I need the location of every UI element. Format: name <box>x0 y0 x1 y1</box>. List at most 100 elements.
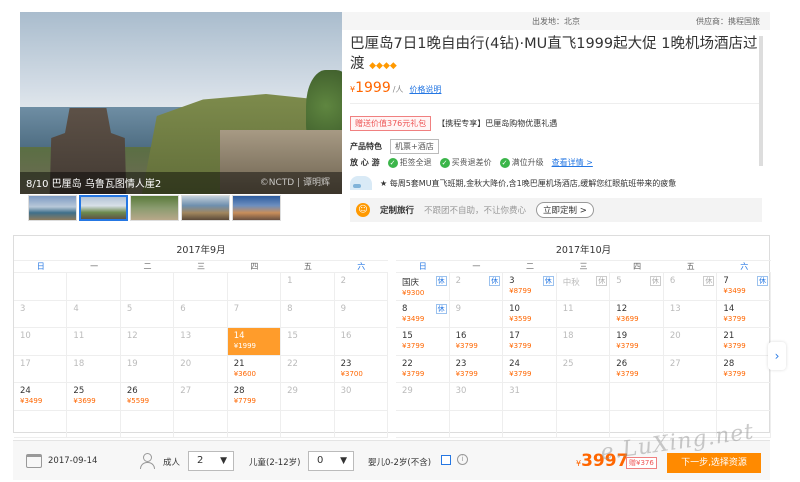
day-number: 9 <box>340 303 346 314</box>
day-number: 12 <box>616 303 628 314</box>
guarantee-details-link[interactable]: 查看详情 > <box>552 157 593 168</box>
calendar-day[interactable]: 21 ¥3600 <box>227 355 282 383</box>
highlight-row: ★ 每周5套MU直飞班期,金秋大降价,含1晚巴厘机场酒店,缓解您红眼航班带来的疲… <box>350 176 762 190</box>
day-price: ¥8799 <box>509 287 532 295</box>
day-number: 29 <box>402 386 413 396</box>
calendar-day[interactable]: 24 ¥3799 <box>503 355 557 383</box>
calendar-day: 20 <box>174 355 228 383</box>
weekday-label: 四 <box>250 262 259 271</box>
calendar-empty-cell <box>610 410 664 438</box>
day-number: 7 <box>233 303 240 314</box>
calendar-day[interactable]: 26 ¥3799 <box>610 355 664 383</box>
holiday-badge: 休 <box>542 276 554 286</box>
thumb-5[interactable] <box>232 195 281 221</box>
calendar-day[interactable]: 28 ¥7799 <box>227 383 282 411</box>
child-select[interactable]: 0 ▼ <box>308 451 354 471</box>
day-number: 12 <box>126 331 138 341</box>
day-price: ¥3799 <box>509 342 532 350</box>
day-number: 26 <box>126 386 138 396</box>
holiday-badge: 休 <box>596 276 608 286</box>
weekday-label: 五 <box>303 262 312 271</box>
calendar-day[interactable]: 16 ¥3799 <box>449 328 504 356</box>
calendar-day[interactable]: 12 ¥3699 <box>610 300 664 328</box>
supplier-label: 供应商：携程国旅 <box>696 17 760 26</box>
hero-image[interactable]: 8/10 巴厘岛 乌鲁瓦图情人崖2 ©NCTD | 谭明辉 <box>20 12 342 194</box>
adult-select[interactable]: 2 ▼ <box>188 451 234 471</box>
day-number: 20 <box>180 358 192 369</box>
custom-travel-button[interactable]: 立即定制 > <box>536 202 594 218</box>
product-meta-bar: 出发地：北京 供应商：携程国旅 <box>342 12 770 30</box>
infant-label: 婴儿0-2岁(不含) <box>368 458 432 468</box>
calendar-day[interactable]: 7 ¥3499 休 <box>717 273 771 301</box>
weekday-label: 四 <box>633 262 642 271</box>
calendar-empty-cell <box>67 410 121 438</box>
departure-date[interactable]: 2017-09-14 <box>48 456 97 466</box>
adult-label: 成人 <box>163 458 181 468</box>
calendar-day: 30 <box>449 383 504 411</box>
calendar-day[interactable]: 8 ¥3499 休 <box>396 300 450 328</box>
calendar-day: 18 <box>556 328 611 356</box>
day-number: 8 <box>287 303 293 314</box>
day-number: 1 <box>287 276 293 286</box>
info-scrollbar[interactable] <box>759 36 763 166</box>
infant-checkbox[interactable] <box>441 455 451 465</box>
next-step-button[interactable]: 下一步,选择资源 <box>667 453 761 473</box>
page: 8/10 巴厘岛 乌鲁瓦图情人崖2 ©NCTD | 谭明辉 出发地：北京 供应商… <box>0 0 800 482</box>
calendar-day: 3 <box>14 300 68 328</box>
day-number: 6 <box>180 303 186 314</box>
thumb-2[interactable] <box>79 195 128 221</box>
calendar-day[interactable]: 28 ¥3799 <box>717 355 771 383</box>
day-price: ¥3700 <box>340 369 363 378</box>
calendar-day[interactable]: 15 ¥3799 <box>396 328 450 356</box>
thumb-3[interactable] <box>130 195 179 221</box>
day-number: 9 <box>455 303 461 314</box>
calendar-empty-cell <box>556 383 611 411</box>
day-number: 19 <box>126 358 138 369</box>
info-icon[interactable]: i <box>457 454 468 465</box>
day-number: 14 <box>233 331 245 341</box>
calendar-day[interactable]: 21 ¥3799 <box>717 328 771 356</box>
thumb-1[interactable] <box>28 195 77 221</box>
custom-travel-tip: 不跟团不自助，不让你费心 <box>424 206 527 216</box>
holiday-badge: 休 <box>489 276 501 286</box>
calendar-day[interactable]: 14 ¥1999 <box>227 328 282 356</box>
day-number: 15 <box>287 331 298 341</box>
calendar-day: 5休 <box>610 273 664 301</box>
calendar-next-arrow-icon[interactable]: › <box>768 342 786 370</box>
day-number: 4 <box>73 303 79 314</box>
calendar-day: 29 <box>281 383 335 411</box>
day-number: 5 <box>126 303 133 314</box>
calendar-day[interactable]: 23 ¥3700 <box>334 355 388 383</box>
thumb-4[interactable] <box>181 195 230 221</box>
price-note-link[interactable]: 价格说明 <box>409 85 441 94</box>
calendar-day: 2休 <box>449 273 504 301</box>
calendar-day[interactable]: 24 ¥3499 <box>14 383 68 411</box>
calendar-day: 13 <box>663 300 718 328</box>
calendar-day[interactable]: 国庆 ¥9300 休 <box>396 273 450 301</box>
calendar-day[interactable]: 23 ¥3799 <box>449 355 504 383</box>
calendar-day: 4 <box>67 300 121 328</box>
day-number: 30 <box>455 386 467 396</box>
calendar-day: 20 <box>663 328 718 356</box>
calendar-day[interactable]: 22 ¥3799 <box>396 355 450 383</box>
product-title-text: 巴厘岛7日1晚自由行(4钻)·MU直飞1999起大促 1晚机场酒店过渡 <box>350 36 758 72</box>
calendar-day[interactable]: 19 ¥3799 <box>610 328 664 356</box>
calendar-day[interactable]: 17 ¥3799 <box>503 328 557 356</box>
price-calendar: 2017年9月 日一二三四五六 1 2 3 4 5 6 7 8 9 10 11 12 13 14 ¥1999… <box>13 235 771 438</box>
custom-travel-bar: ☺ 定制旅行 不跟团不自助，不让你费心 立即定制 > <box>350 198 762 222</box>
day-price: ¥3600 <box>233 369 256 378</box>
day-number: 22 <box>287 358 298 369</box>
calendar-day[interactable]: 14 ¥3799 <box>717 300 771 328</box>
day-price: ¥3799 <box>616 369 639 378</box>
calendar-day[interactable]: 26 ¥5599 <box>120 383 175 411</box>
day-number: 11 <box>73 331 85 341</box>
day-price: ¥3799 <box>509 369 532 378</box>
price-unit: /人 <box>392 85 404 94</box>
gift-tag[interactable]: 赠送价值376元礼包 <box>350 116 432 131</box>
calendar-day[interactable]: 10 ¥3599 <box>503 300 557 328</box>
day-number: 10 <box>509 303 520 314</box>
calendar-icon[interactable] <box>26 454 42 468</box>
calendar-day[interactable]: 25 ¥3699 <box>67 383 121 411</box>
calendar-day[interactable]: 3 ¥8799 休 <box>503 273 557 301</box>
day-number: 24 <box>509 358 520 369</box>
